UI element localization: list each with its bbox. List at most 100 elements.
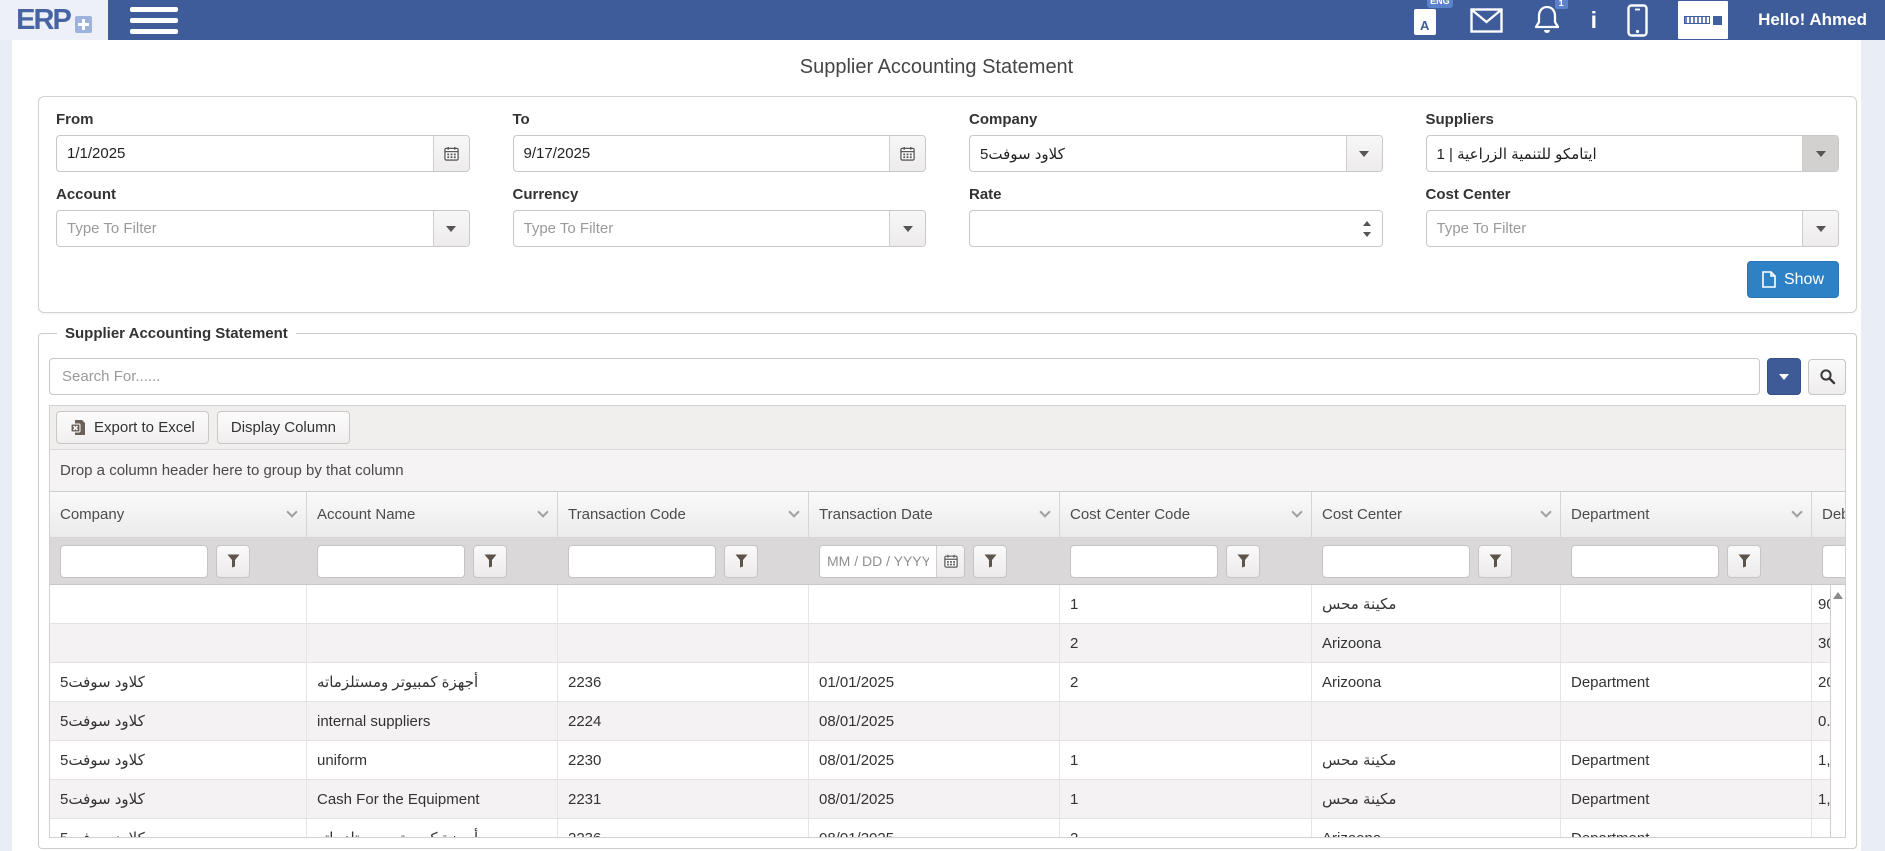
table-row[interactable]: 1مكينة محس90: [50, 585, 1845, 624]
table-row[interactable]: كلاود سوفت5أجهزة كمبيوتر ومستلزماته22360…: [50, 819, 1845, 837]
show-button[interactable]: Show: [1747, 261, 1839, 298]
cell-transaction-date: 01/01/2025: [809, 663, 1060, 702]
column-filter-button[interactable]: [724, 545, 758, 578]
column-filter-button[interactable]: [1478, 545, 1512, 578]
company-select-input[interactable]: [970, 136, 1346, 171]
chevron-down-icon[interactable]: [286, 506, 297, 517]
display-column-button[interactable]: Display Column: [217, 411, 350, 444]
currency-dropdown-button[interactable]: [889, 211, 925, 246]
currency-label: Currency: [513, 186, 927, 203]
filter-input-cost-center[interactable]: [1322, 545, 1470, 578]
menu-icon[interactable]: [130, 7, 178, 34]
filter-input-company[interactable]: [60, 545, 208, 578]
chevron-down-icon[interactable]: [1039, 506, 1050, 517]
envelope-icon: [1470, 8, 1503, 33]
messages-button[interactable]: [1470, 8, 1503, 33]
chevron-down-icon[interactable]: [788, 506, 799, 517]
cell-cost-center: مكينة محس: [1312, 780, 1561, 819]
app-logo[interactable]: ERP: [0, 0, 108, 40]
column-header-debit[interactable]: Debit: [1812, 492, 1845, 537]
column-header-department[interactable]: Department: [1561, 492, 1812, 537]
search-button[interactable]: [1808, 359, 1846, 395]
to-date-input[interactable]: [514, 136, 890, 171]
cell-transaction-code: 2236: [558, 663, 809, 702]
filter-input-account-name[interactable]: [317, 545, 465, 578]
filter-funnel-icon: [984, 554, 997, 568]
cell-department: [1561, 702, 1812, 741]
mobile-app-button[interactable]: [1627, 4, 1648, 37]
rate-input[interactable]: [970, 211, 1352, 246]
from-date-input[interactable]: [57, 136, 433, 171]
cell-company: [50, 624, 307, 663]
table-row[interactable]: كلاود سوفت5internal suppliers222408/01/2…: [50, 702, 1845, 741]
search-input[interactable]: [49, 358, 1760, 395]
table-row[interactable]: 2Arizoona30: [50, 624, 1845, 663]
column-header-cost-center-code[interactable]: Cost Center Code: [1060, 492, 1312, 537]
filter-input-cost-center-code[interactable]: [1070, 545, 1218, 578]
excel-icon: [70, 419, 86, 436]
search-row: [49, 358, 1846, 395]
spinner-up-icon: [1363, 221, 1371, 226]
filter-cell-company: [50, 545, 307, 578]
to-label: To: [513, 111, 927, 128]
column-header-company[interactable]: Company: [50, 492, 307, 537]
filter-input-department[interactable]: [1571, 545, 1719, 578]
chevron-down-icon: [1816, 226, 1826, 232]
cell-cost-center-code: 1: [1060, 780, 1312, 819]
account-filter-input[interactable]: [57, 211, 433, 246]
chevron-down-icon[interactable]: [537, 506, 548, 517]
topbar-icon-cluster: ENG A 1 i Hello! Ahmed: [1414, 1, 1885, 39]
cell-cost-center-code: 2: [1060, 819, 1312, 837]
currency-filter-input[interactable]: [514, 211, 890, 246]
cost-center-filter-input[interactable]: [1427, 211, 1803, 246]
column-header-cost-center[interactable]: Cost Center: [1312, 492, 1561, 537]
field-cost-center: Cost Center: [1426, 172, 1840, 247]
column-header-account-name[interactable]: Account Name: [307, 492, 558, 537]
company-label: Company: [969, 111, 1383, 128]
filter-input-debit[interactable]: [1822, 545, 1845, 578]
suppliers-dropdown-button[interactable]: [1802, 136, 1838, 171]
table-row[interactable]: كلاود سوفت5أجهزة كمبيوتر ومستلزماته22360…: [50, 663, 1845, 702]
rate-label: Rate: [969, 186, 1383, 203]
language-switch-button[interactable]: ENG A: [1414, 5, 1440, 35]
cell-department: [1561, 624, 1812, 663]
to-calendar-button[interactable]: [889, 136, 925, 171]
filter-cell-transaction-code: [558, 545, 809, 578]
calendar-icon: [944, 554, 958, 568]
cell-cost-center: Arizoona: [1312, 819, 1561, 837]
column-filter-button[interactable]: [1727, 545, 1761, 578]
column-header-transaction-date[interactable]: Transaction Date: [809, 492, 1060, 537]
table-vertical-scrollbar[interactable]: [1830, 585, 1845, 837]
chevron-down-icon[interactable]: [1791, 506, 1802, 517]
chevron-down-icon[interactable]: [1540, 506, 1551, 517]
cell-transaction-code: [558, 585, 809, 624]
chevron-down-icon[interactable]: [1291, 506, 1302, 517]
column-filter-button[interactable]: [473, 545, 507, 578]
field-company: Company: [969, 97, 1383, 172]
scroll-up-icon[interactable]: [1833, 592, 1843, 599]
table-row[interactable]: كلاود سوفت5Cash For the Equipment223108/…: [50, 780, 1845, 819]
from-calendar-button[interactable]: [433, 136, 469, 171]
rate-spinner[interactable]: [1352, 211, 1382, 246]
column-header-transaction-code[interactable]: Transaction Code: [558, 492, 809, 537]
company-dropdown-button[interactable]: [1346, 136, 1382, 171]
info-button[interactable]: i: [1591, 9, 1597, 32]
filter-funnel-icon: [484, 554, 497, 568]
column-filter-button[interactable]: [1226, 545, 1260, 578]
table-row[interactable]: كلاود سوفت5uniform223008/01/20251مكينة م…: [50, 741, 1845, 780]
column-filter-button[interactable]: [973, 545, 1007, 578]
account-dropdown-button[interactable]: [433, 211, 469, 246]
notifications-button[interactable]: 1: [1533, 5, 1561, 36]
export-to-excel-button[interactable]: Export to Excel: [56, 411, 209, 444]
date-filter-input[interactable]: [820, 546, 936, 577]
filter-input-transaction-code[interactable]: [568, 545, 716, 578]
cost-center-dropdown-button[interactable]: [1802, 211, 1838, 246]
cell-account-name: Cash For the Equipment: [307, 780, 558, 819]
logo-text: ERP: [16, 6, 70, 35]
search-options-button[interactable]: [1767, 358, 1801, 395]
column-filter-button[interactable]: [216, 545, 250, 578]
user-greeting: Hello! Ahmed: [1758, 10, 1871, 30]
date-filter-calendar-button[interactable]: [936, 546, 964, 577]
suppliers-select-input[interactable]: [1427, 136, 1803, 171]
cell-transaction-code: 2231: [558, 780, 809, 819]
